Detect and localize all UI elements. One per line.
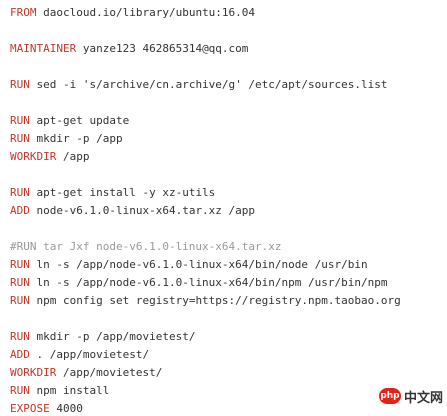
- code-text: daocloud.io/library/ubuntu:16.04: [37, 6, 256, 19]
- code-line: WORKDIR /app: [10, 150, 89, 164]
- dockerfile-keyword: RUN: [10, 132, 30, 145]
- code-line: WORKDIR /app/movietest/: [10, 366, 162, 380]
- code-text: . /app/movietest/: [30, 348, 149, 361]
- dockerfile-keyword: RUN: [10, 384, 30, 397]
- code-line: ADD . /app/movietest/: [10, 348, 149, 362]
- dockerfile-keyword: RUN: [10, 258, 30, 271]
- code-comment: #RUN tar Jxf node-v6.1.0-linux-x64.tar.x…: [10, 240, 282, 253]
- dockerfile-keyword: RUN: [10, 330, 30, 343]
- dockerfile-keyword: RUN: [10, 78, 30, 91]
- code-text: npm install: [30, 384, 109, 397]
- code-text: ln -s /app/node-v6.1.0-linux-x64/bin/nod…: [30, 258, 368, 271]
- code-line: RUN sed -i 's/archive/cn.archive/g' /etc…: [10, 78, 388, 92]
- dockerfile-keyword: FROM: [10, 6, 37, 19]
- code-text: mkdir -p /app/movietest/: [30, 330, 196, 343]
- php-logo-icon: php: [379, 388, 401, 404]
- code-line: EXPOSE 4000: [10, 402, 83, 416]
- dockerfile-keyword: WORKDIR: [10, 150, 56, 163]
- code-text: /app: [56, 150, 89, 163]
- code-text: yanze123 462865314@qq.com: [76, 42, 248, 55]
- code-line: FROM daocloud.io/library/ubuntu:16.04: [10, 6, 255, 20]
- dockerfile-code-block: FROM daocloud.io/library/ubuntu:16.04 MAI…: [0, 0, 447, 407]
- dockerfile-keyword: RUN: [10, 114, 30, 127]
- code-text: /app/movietest/: [56, 366, 162, 379]
- dockerfile-keyword: ADD: [10, 348, 30, 361]
- code-text: ln -s /app/node-v6.1.0-linux-x64/bin/npm…: [30, 276, 388, 289]
- code-line: RUN apt-get install -y xz-utils: [10, 186, 215, 200]
- dockerfile-keyword: RUN: [10, 276, 30, 289]
- php-cn-watermark: php 中文网: [379, 385, 443, 407]
- dockerfile-keyword: EXPOSE: [10, 402, 50, 415]
- watermark-site-text: 中文网: [404, 387, 443, 406]
- code-text: node-v6.1.0-linux-x64.tar.xz /app: [30, 204, 255, 217]
- code-line: ADD node-v6.1.0-linux-x64.tar.xz /app: [10, 204, 255, 218]
- code-line: #RUN tar Jxf node-v6.1.0-linux-x64.tar.x…: [10, 240, 282, 254]
- code-text: sed -i 's/archive/cn.archive/g' /etc/apt…: [30, 78, 388, 91]
- code-text: apt-get install -y xz-utils: [30, 186, 215, 199]
- dockerfile-keyword: RUN: [10, 294, 30, 307]
- code-line: RUN ln -s /app/node-v6.1.0-linux-x64/bin…: [10, 276, 388, 290]
- code-text: apt-get update: [30, 114, 129, 127]
- code-text: mkdir -p /app: [30, 132, 123, 145]
- dockerfile-keyword: RUN: [10, 186, 30, 199]
- code-line: RUN mkdir -p /app/movietest/: [10, 330, 195, 344]
- code-line: RUN apt-get update: [10, 114, 129, 128]
- code-text: npm config set registry=https://registry…: [30, 294, 401, 307]
- code-text: 4000: [50, 402, 83, 415]
- dockerfile-keyword: WORKDIR: [10, 366, 56, 379]
- code-line: RUN ln -s /app/node-v6.1.0-linux-x64/bin…: [10, 258, 368, 272]
- dockerfile-keyword: MAINTAINER: [10, 42, 76, 55]
- dockerfile-keyword: ADD: [10, 204, 30, 217]
- code-line: RUN npm config set registry=https://regi…: [10, 294, 401, 308]
- code-line: RUN npm install: [10, 384, 109, 398]
- code-line: RUN mkdir -p /app: [10, 132, 123, 146]
- code-line: MAINTAINER yanze123 462865314@qq.com: [10, 42, 248, 56]
